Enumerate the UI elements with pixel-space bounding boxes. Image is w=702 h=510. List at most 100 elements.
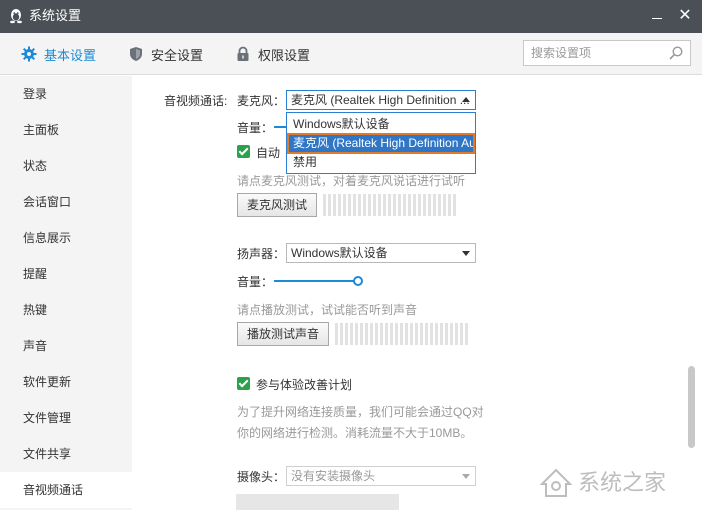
meter-bar: [393, 194, 396, 216]
meter-bar: [355, 323, 358, 345]
watermark-house-icon: 系统之家: [539, 468, 666, 497]
meter-bar: [408, 194, 411, 216]
meter-bar: [328, 194, 331, 216]
shield-icon: [130, 47, 142, 61]
speaker-select-value: Windows默认设备: [291, 246, 388, 260]
improve-desc-line1: 为了提升网络连接质量，我们可能会通过QQ对: [237, 405, 484, 419]
content-scrollbar[interactable]: [688, 366, 695, 448]
sidebar-item-software-update[interactable]: 软件更新: [0, 364, 132, 400]
meter-bar: [443, 194, 446, 216]
chevron-up-icon: [462, 97, 470, 102]
speaker-volume-knob[interactable]: [353, 276, 363, 286]
sidebar-item-main-panel[interactable]: 主面板: [0, 112, 132, 148]
meter-bar: [385, 323, 388, 345]
meter-bar: [333, 194, 336, 216]
meter-bar: [348, 194, 351, 216]
mic-level-meter: [323, 194, 456, 216]
title-bar: 系统设置 ✕: [0, 0, 702, 33]
minimize-button[interactable]: [646, 6, 668, 28]
tab-security-settings[interactable]: 安全设置: [128, 44, 203, 64]
window-title: 系统设置: [29, 8, 82, 23]
tab-label: 基本设置: [44, 47, 97, 63]
meter-bar: [335, 323, 338, 345]
speaker-volume-slider[interactable]: [274, 280, 358, 282]
speaker-label: 扬声器：: [237, 247, 286, 261]
meter-bar: [413, 194, 416, 216]
meter-bar: [465, 323, 468, 345]
mic-option-windows-default[interactable]: Windows默认设备: [288, 115, 474, 134]
auto-adjust-checkbox[interactable]: [237, 145, 250, 158]
speaker-level-meter: [335, 323, 468, 345]
meter-bar: [390, 323, 393, 345]
meter-bar: [455, 323, 458, 345]
meter-bar: [445, 323, 448, 345]
auto-adjust-label: 自动: [256, 146, 281, 160]
meter-bar: [360, 323, 363, 345]
mic-option-disable[interactable]: 禁用: [288, 153, 474, 172]
mic-volume-slider[interactable]: [274, 126, 286, 128]
sidebar-item-reminder[interactable]: 提醒: [0, 256, 132, 292]
tab-label: 权限设置: [258, 47, 311, 63]
mic-test-button[interactable]: 麦克风测试: [237, 193, 317, 217]
meter-bar: [345, 323, 348, 345]
meter-bar: [418, 194, 421, 216]
meter-bar: [383, 194, 386, 216]
chevron-down-icon: [462, 474, 470, 479]
sidebar-item-file-sharing[interactable]: 文件共享: [0, 436, 132, 472]
close-button[interactable]: ✕: [674, 6, 696, 28]
meter-bar: [350, 323, 353, 345]
tab-basic-settings[interactable]: 基本设置: [21, 44, 96, 64]
meter-bar: [405, 323, 408, 345]
search-icon[interactable]: [668, 45, 684, 61]
meter-bar: [428, 194, 431, 216]
meter-bar: [400, 323, 403, 345]
qq-penguin-icon: [10, 9, 22, 24]
meter-bar: [435, 323, 438, 345]
speaker-volume-label: 音量：: [237, 275, 274, 289]
sidebar-item-status[interactable]: 状态: [0, 148, 132, 184]
sidebar-item-av-call[interactable]: 音视频通话: [0, 472, 132, 508]
improve-program-checkbox[interactable]: [237, 377, 250, 390]
meter-bar: [343, 194, 346, 216]
meter-bar: [365, 323, 368, 345]
meter-bar: [368, 194, 371, 216]
meter-bar: [448, 194, 451, 216]
meter-bar: [420, 323, 423, 345]
meter-bar: [440, 323, 443, 345]
meter-bar: [395, 323, 398, 345]
meter-bar: [425, 323, 428, 345]
meter-bar: [433, 194, 436, 216]
mic-select[interactable]: 麦克风 (Realtek High Definition ...: [286, 90, 476, 110]
speaker-select[interactable]: Windows默认设备: [286, 243, 476, 263]
sidebar-item-chat-window[interactable]: 会话窗口: [0, 184, 132, 220]
meter-bar: [340, 323, 343, 345]
camera-preview: [236, 494, 399, 510]
mic-label: 麦克风：: [237, 94, 286, 108]
meter-bar: [453, 194, 456, 216]
top-tabs: 基本设置 安全设置 权限设置: [0, 33, 702, 75]
sidebar-item-info-display[interactable]: 信息展示: [0, 220, 132, 256]
play-test-button[interactable]: 播放测试声音: [237, 322, 329, 346]
meter-bar: [415, 323, 418, 345]
sidebar-item-sound[interactable]: 声音: [0, 328, 132, 364]
meter-bar: [403, 194, 406, 216]
meter-bar: [380, 323, 383, 345]
meter-bar: [323, 194, 326, 216]
section-label-av-call: 音视频通话:: [164, 94, 228, 108]
chevron-down-icon: [462, 251, 470, 256]
search-input[interactable]: [524, 41, 654, 65]
meter-bar: [410, 323, 413, 345]
sidebar: 登录 主面板 状态 会话窗口 信息展示 提醒 热键 声音 软件更新 文件管理 文…: [0, 76, 132, 510]
watermark-logo: 系统之家: [536, 462, 696, 502]
sidebar-item-hotkeys[interactable]: 热键: [0, 292, 132, 328]
mic-option-realtek[interactable]: 麦克风 (Realtek High Definition Audio: [287, 133, 475, 154]
camera-label: 摄像头：: [237, 470, 286, 484]
sidebar-item-file-management[interactable]: 文件管理: [0, 400, 132, 436]
mic-select-value: 麦克风 (Realtek High Definition ...: [291, 93, 470, 107]
mic-volume-label: 音量：: [237, 121, 274, 135]
meter-bar: [363, 194, 366, 216]
tab-permission-settings[interactable]: 权限设置: [235, 44, 310, 64]
sidebar-item-login[interactable]: 登录: [0, 76, 132, 112]
search-box[interactable]: [523, 40, 691, 66]
meter-bar: [430, 323, 433, 345]
